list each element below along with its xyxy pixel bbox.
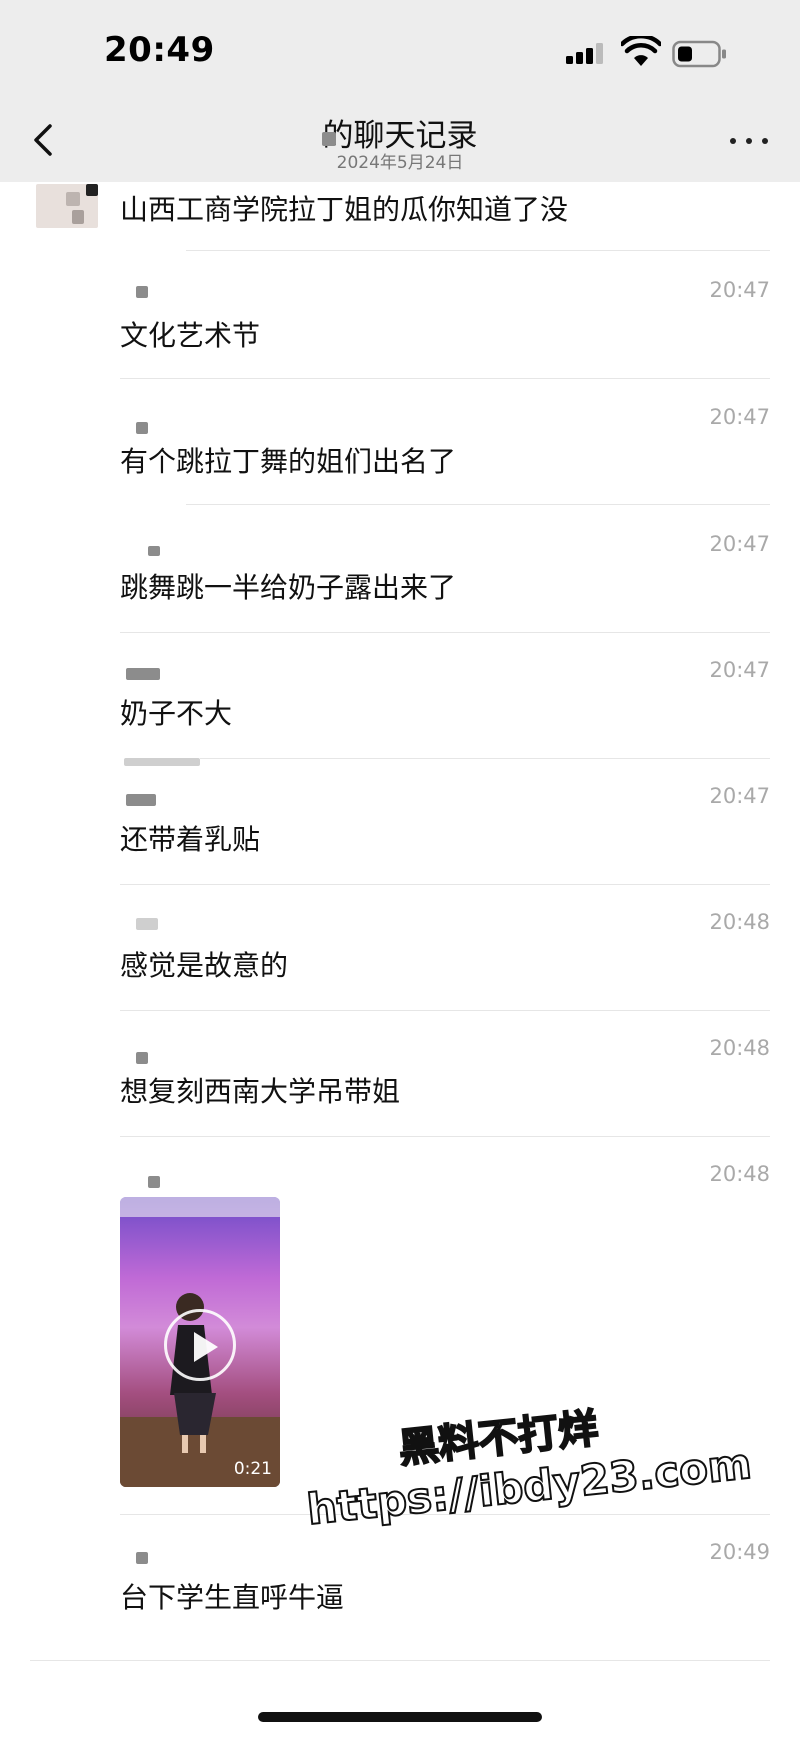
message-time: 20:47 xyxy=(709,532,770,556)
divider xyxy=(186,504,770,505)
message-time: 20:47 xyxy=(709,658,770,682)
signal-icon xyxy=(566,42,608,64)
divider xyxy=(186,250,770,251)
message-text: 文化艺术节 xyxy=(120,319,261,352)
redacted-sender xyxy=(126,794,156,806)
redacted-sender xyxy=(136,1552,148,1564)
redacted-sender xyxy=(148,1176,160,1188)
message-text: 台下学生直呼牛逼 xyxy=(120,1581,345,1614)
chat-history-date: 2024年5月24日 xyxy=(336,153,464,173)
home-indicator[interactable] xyxy=(258,1712,542,1722)
divider xyxy=(120,884,770,885)
play-icon[interactable] xyxy=(164,1309,236,1381)
avatar xyxy=(36,184,98,228)
message-time: 20:47 xyxy=(709,784,770,808)
message-time: 20:49 xyxy=(709,1540,770,1564)
divider xyxy=(200,758,770,759)
video-duration: 0:21 xyxy=(233,1459,272,1479)
divider xyxy=(30,1660,770,1661)
message-text: 奶子不大 xyxy=(120,697,233,730)
redacted-sender xyxy=(136,422,148,434)
video-message[interactable]: 0:21 xyxy=(120,1197,280,1487)
message-time: 20:48 xyxy=(709,1162,770,1186)
divider xyxy=(120,1136,770,1137)
message-time: 20:48 xyxy=(709,1036,770,1060)
redacted-sender xyxy=(136,1052,148,1064)
divider xyxy=(120,1010,770,1011)
message-time: 20:48 xyxy=(709,910,770,934)
divider xyxy=(120,378,770,379)
redacted-sender xyxy=(136,918,158,930)
message-text: 想复刻西南大学吊带姐 xyxy=(120,1075,401,1108)
message-time: 20:47 xyxy=(709,405,770,429)
battery-icon xyxy=(672,40,726,68)
redacted-sender xyxy=(126,668,160,680)
wifi-icon xyxy=(621,36,661,66)
message-text: 感觉是故意的 xyxy=(120,949,289,982)
redacted-sender xyxy=(148,546,160,556)
status-time: 20:49 xyxy=(104,30,215,70)
top-bar: 20:49 的聊天记录 2024年5月24日 xyxy=(0,0,800,182)
message-text: 还带着乳贴 xyxy=(120,823,261,856)
divider xyxy=(120,632,770,633)
video-frame-banner xyxy=(120,1197,280,1217)
redacted-sender xyxy=(124,758,200,766)
more-dots-icon[interactable] xyxy=(728,128,772,154)
redacted-sender xyxy=(136,286,148,298)
message-text: 山西工商学院拉丁姐的瓜你知道了没 xyxy=(120,193,569,226)
message-text: 跳舞跳一半给奶子露出来了 xyxy=(120,571,457,604)
message-text: 有个跳拉丁舞的姐们出名了 xyxy=(120,445,457,478)
redacted-name xyxy=(322,132,336,146)
message-time: 20:47 xyxy=(709,278,770,302)
